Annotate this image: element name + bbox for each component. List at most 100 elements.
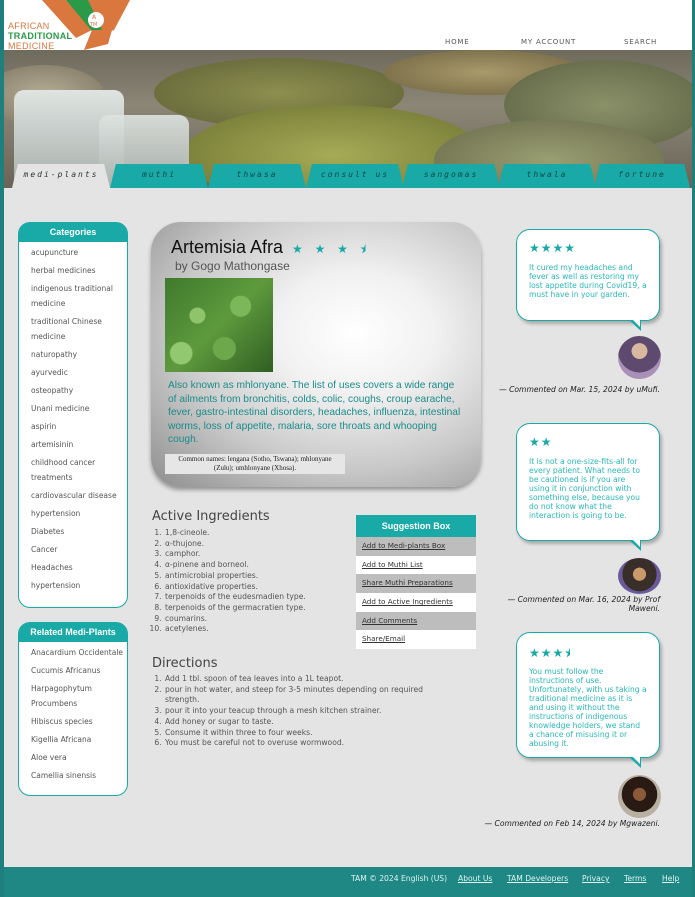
related-plants-list: Anacardium Occidentale Cucumis Africanus… bbox=[19, 642, 127, 783]
category-item[interactable]: hypertension bbox=[31, 578, 127, 593]
tab-sangomas[interactable]: sangomas bbox=[402, 164, 500, 188]
nav-my-account[interactable]: MY ACCOUNT bbox=[521, 38, 576, 46]
directions-heading: Directions bbox=[152, 656, 218, 671]
comment-rating-stars: ★★ bbox=[529, 435, 553, 449]
ingredient-item: antioxidative properties. bbox=[164, 582, 354, 593]
comment-meta: — Commented on Mar. 16, 2024 by Prof Maw… bbox=[507, 595, 660, 613]
footer-copyright: TAM © 2024 English (US) bbox=[351, 874, 448, 883]
logo-line-1: AFRICAN bbox=[8, 21, 50, 31]
tab-muthi[interactable]: muthi bbox=[110, 164, 208, 188]
plant-common-names: Common names: lengana (Sotho, Tswana); m… bbox=[165, 454, 345, 474]
commenter-avatar[interactable] bbox=[618, 558, 661, 594]
category-item[interactable]: ayurvedic bbox=[31, 365, 127, 380]
ingredients-heading: Active Ingredients bbox=[152, 509, 270, 524]
plant-rating-stars: ★ ★ ★ ⯨ bbox=[292, 242, 371, 256]
related-plants-panel: Related Medi-Plants Anacardium Occidenta… bbox=[18, 622, 128, 796]
ingredient-item: acetylenes. bbox=[164, 624, 354, 635]
comment-meta: — Commented on Mar. 15, 2024 by uMufi. bbox=[499, 385, 660, 394]
ingredient-item: terpenoids of the germacratien type. bbox=[164, 603, 354, 614]
category-item[interactable]: traditional Chinese medicine bbox=[31, 314, 127, 344]
category-item[interactable]: acupuncture bbox=[31, 245, 127, 260]
svg-text:TM: TM bbox=[89, 22, 97, 28]
tab-fortune-tellers[interactable]: fortune tellers bbox=[594, 164, 690, 188]
comment-meta: — Commented on Feb 14, 2024 by Mgwazeni. bbox=[484, 819, 660, 828]
category-item[interactable]: Unani medicine bbox=[31, 401, 127, 416]
ingredient-item: antimicrobial properties. bbox=[164, 571, 354, 582]
footer-privacy-link[interactable]: Privacy bbox=[582, 874, 610, 883]
plant-author: by Gogo Mathongase bbox=[175, 259, 290, 273]
direction-step: pour in hot water, and steep for 3-5 min… bbox=[164, 685, 454, 706]
logo-text: AFRICAN TRADITIONAL MEDICINE bbox=[8, 21, 72, 50]
related-plant-item[interactable]: Cucumis Africanus bbox=[31, 663, 127, 678]
logo-line-3: MEDICINE bbox=[8, 41, 55, 50]
categories-heading: Categories bbox=[19, 223, 127, 242]
category-item[interactable]: osteopathy bbox=[31, 383, 127, 398]
nav-home[interactable]: HOME bbox=[445, 38, 469, 46]
category-item[interactable]: Cancer bbox=[31, 542, 127, 557]
comment-rating-stars: ★★★★ bbox=[529, 241, 577, 255]
comment-bubble: ★★★★ It cured my headaches and fever as … bbox=[516, 229, 660, 331]
footer-help-link[interactable]: Help bbox=[662, 874, 679, 883]
commenter-avatar[interactable] bbox=[618, 336, 661, 379]
direction-step: Consume it within three to four weeks. bbox=[164, 728, 454, 739]
nav-search[interactable]: SEARCH bbox=[624, 38, 657, 46]
category-item[interactable]: artemisinin bbox=[31, 437, 127, 452]
related-plant-item[interactable]: Anacardium Occidentale bbox=[31, 645, 127, 660]
footer-developers-link[interactable]: TAM Developers bbox=[507, 874, 568, 883]
related-plant-item[interactable]: Harpagophytum Procumbens bbox=[31, 681, 127, 711]
category-item[interactable]: cardiovascular disease bbox=[31, 488, 127, 503]
category-item[interactable]: Diabetes bbox=[31, 524, 127, 539]
share-email-link[interactable]: Share/Email bbox=[356, 630, 476, 650]
related-plant-item[interactable]: Camellia sinensis bbox=[31, 768, 127, 783]
footer: TAM © 2024 English (US) About Us TAM Dev… bbox=[4, 867, 692, 897]
tab-medi-plants[interactable]: medi-plants bbox=[12, 164, 110, 188]
category-item[interactable]: hypertension bbox=[31, 506, 127, 521]
related-plant-item[interactable]: Hibiscus species bbox=[31, 714, 127, 729]
category-item[interactable]: indigenous traditional medicine bbox=[31, 281, 127, 311]
ingredient-item: 1,8-cineole. bbox=[164, 528, 354, 539]
logo[interactable]: A TM AFRICAN TRADITIONAL MEDICINE bbox=[4, 0, 134, 50]
ingredient-item: α-pinene and borneol. bbox=[164, 560, 354, 571]
ingredient-item: camphor. bbox=[164, 549, 354, 560]
page: A TM AFRICAN TRADITIONAL MEDICINE HOME M… bbox=[4, 0, 692, 897]
related-plant-item[interactable]: Aloe vera bbox=[31, 750, 127, 765]
directions-list: Add 1 tbl. spoon of tea leaves into a 1L… bbox=[164, 674, 454, 749]
category-item[interactable]: herbal medicines bbox=[31, 263, 127, 278]
commenter-avatar[interactable] bbox=[618, 775, 661, 818]
ingredient-item: terpenoids of the eudesmadien type. bbox=[164, 592, 354, 603]
direction-step: pour it into your teacup through a mesh … bbox=[164, 706, 454, 717]
comment-bubble: ★★★⯨ You must follow the instructions of… bbox=[516, 632, 660, 768]
plant-description: Also known as mhlonyane. The list of use… bbox=[168, 380, 461, 445]
footer-terms-link[interactable]: Terms bbox=[624, 874, 646, 883]
suggestion-box: Suggestion Box Add to Medi-plants Box Ad… bbox=[356, 515, 476, 650]
footer-about-us-link[interactable]: About Us bbox=[458, 874, 492, 883]
categories-panel: Categories acupuncture herbal medicines … bbox=[18, 222, 128, 608]
tab-thwala[interactable]: thwala bbox=[498, 164, 596, 188]
category-item[interactable]: childhood cancer treatments bbox=[31, 455, 127, 485]
categories-list: acupuncture herbal medicines indigenous … bbox=[19, 242, 127, 593]
tab-thwasa[interactable]: thwasa bbox=[208, 164, 306, 188]
comment-text: You must follow the instructions of use.… bbox=[529, 667, 647, 748]
plant-title: Artemisia Afra bbox=[171, 237, 284, 257]
ingredient-item: α-thujone. bbox=[164, 539, 354, 550]
share-muthi-preparations-link[interactable]: Share Muthi Preparations bbox=[356, 574, 476, 594]
add-to-active-ingredients-link[interactable]: Add to Active Ingredients bbox=[356, 593, 476, 612]
main-tabs: medi-plants muthi thwasa consult us sang… bbox=[12, 164, 692, 188]
plant-card: Artemisia Afra ★ ★ ★ ⯨ by Gogo Mathongas… bbox=[151, 222, 481, 487]
bubble-tail bbox=[629, 318, 641, 331]
bubble-tail bbox=[629, 755, 641, 768]
direction-step: Add 1 tbl. spoon of tea leaves into a 1L… bbox=[164, 674, 344, 685]
ingredient-item: coumarins. bbox=[164, 614, 354, 625]
related-plant-item[interactable]: Kigellia Africana bbox=[31, 732, 127, 747]
add-comments-link[interactable]: Add Comments bbox=[356, 611, 476, 631]
category-item[interactable]: aspirin bbox=[31, 419, 127, 434]
suggestion-box-heading: Suggestion Box bbox=[356, 515, 476, 537]
tab-consult-us[interactable]: consult us bbox=[306, 164, 404, 188]
add-to-muthi-list-link[interactable]: Add to Muthi List bbox=[356, 555, 476, 575]
comment-text: It cured my headaches and fever as well … bbox=[529, 263, 647, 299]
comment-rating-stars: ★★★⯨ bbox=[529, 646, 572, 660]
bubble-tail bbox=[629, 538, 641, 551]
category-item[interactable]: naturopathy bbox=[31, 347, 127, 362]
add-to-medi-plants-box-link[interactable]: Add to Medi-plants Box bbox=[356, 537, 476, 556]
category-item[interactable]: Headaches bbox=[31, 560, 127, 575]
